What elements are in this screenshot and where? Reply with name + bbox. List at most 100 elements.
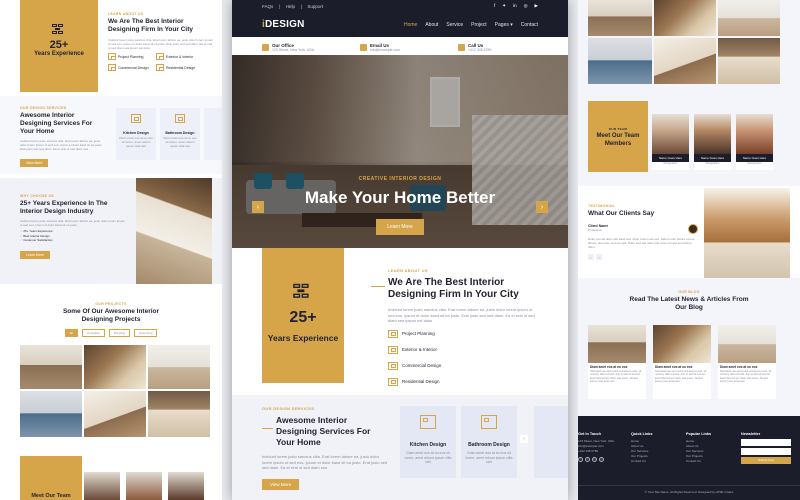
linkedin-icon[interactable]: in <box>592 457 597 462</box>
nav-contact[interactable]: Contact <box>521 22 538 28</box>
left-service-card-body: Diam amet eos at no eos sit lorem, amet … <box>163 136 197 148</box>
twitter-icon[interactable]: ✦ <box>502 3 506 9</box>
team-member-card[interactable]: Name Goes Here Designation <box>736 114 773 170</box>
help-link[interactable]: Help <box>286 4 295 9</box>
footer-phone[interactable]: +012 345 6789 <box>578 449 626 454</box>
nav-service[interactable]: Service <box>446 22 463 28</box>
services-title: Awesome Interior Designing Services For … <box>276 415 371 447</box>
footer-link[interactable]: Contact Us <box>631 459 653 464</box>
team-photo <box>126 472 162 500</box>
kitchen-icon <box>420 415 436 429</box>
project-photo[interactable] <box>148 345 210 389</box>
project-photo[interactable] <box>588 0 652 36</box>
blog-card[interactable]: Diam amet eos at no eos Sed kasd sea sed… <box>588 325 646 399</box>
team-member-card[interactable]: Name Goes Here Designation <box>694 114 731 170</box>
client-avatar <box>688 224 698 234</box>
instagram-icon[interactable]: ◎ <box>599 457 604 462</box>
project-photo[interactable] <box>84 391 146 437</box>
project-photo[interactable] <box>718 38 780 84</box>
testimonial-next-icon[interactable]: › <box>596 254 602 260</box>
testimonial-prev-icon[interactable]: ‹ <box>588 254 594 260</box>
filter-upcoming[interactable]: Upcoming <box>133 329 158 337</box>
project-photo[interactable] <box>148 391 210 437</box>
left-learn-more-button[interactable]: Learn More <box>20 250 50 259</box>
support-link[interactable]: Support <box>307 4 323 9</box>
service-card-kitchen[interactable]: Kitchen Design Diam amet eos at no eos s… <box>400 406 456 478</box>
exterior-icon <box>388 345 398 354</box>
member-role: Designation <box>663 162 678 165</box>
right-preview-column: OUR TEAM Meet Our Team Members Name Goes… <box>578 0 800 500</box>
services-kicker: OUR DESIGN SERVICES <box>262 406 315 411</box>
facebook-icon[interactable]: f <box>578 457 583 462</box>
newsletter-name-input[interactable] <box>741 439 791 446</box>
service-card-body: Diam amet eos at no eos sit lorem, amet … <box>465 451 513 464</box>
footer-copyright: © Your Site Name. All Rights Reserved. D… <box>578 485 800 494</box>
view-more-button[interactable]: View More <box>262 478 300 490</box>
newsletter-submit-button[interactable]: Submit Now <box>741 457 791 464</box>
footer-touch-title: Get In Touch <box>578 432 601 436</box>
blog-card[interactable]: Diam amet eos at no eos Sed kasd sea sed… <box>718 325 776 399</box>
blog-card[interactable]: Diam amet eos at no eos Sed kasd sea sed… <box>653 325 711 399</box>
client-role: Profession <box>588 228 603 233</box>
left-years-number: 25+ <box>49 39 69 51</box>
instagram-icon[interactable]: ◎ <box>524 3 528 9</box>
footer-quick-col: Quick Links Home About Us Our Services O… <box>631 432 653 464</box>
nav-home[interactable]: Home <box>404 22 417 28</box>
project-photo[interactable] <box>654 0 716 36</box>
left-view-more-button[interactable]: View More <box>20 159 49 167</box>
project-photo[interactable] <box>588 38 652 84</box>
feature-item: Exterior & Interior <box>388 345 460 354</box>
left-services-kicker: OUR DESIGN SERVICES <box>20 106 67 110</box>
left-team-gold: Meet Our Team <box>20 456 82 500</box>
filter-complete[interactable]: Complete <box>81 329 105 337</box>
project-photo[interactable] <box>20 345 82 389</box>
call-value[interactable]: +012 345 6789 <box>468 48 491 52</box>
left-service-card-body: Diam amet eos at no eos sit lorem, amet … <box>119 136 153 148</box>
left-service-card[interactable]: Kitchen Design Diam amet eos at no eos s… <box>116 108 156 160</box>
call-info: Call Us +012 345 6789 <box>458 43 538 52</box>
left-about-body: Invidunt lorem justo sanctus clita. Erat… <box>108 38 213 50</box>
newsletter-email-input[interactable] <box>741 448 791 455</box>
left-service-card[interactable]: Bathroom Design Diam amet eos at no eos … <box>160 108 200 160</box>
project-photo[interactable] <box>654 38 716 84</box>
carousel-prev-icon[interactable]: ‹ <box>252 201 264 213</box>
years-experience-block: 25+ Years Experience <box>262 248 344 383</box>
team-member-card[interactable]: Name Goes Here Designation <box>652 114 689 170</box>
feature-item: Project Planning <box>388 329 460 338</box>
project-photo[interactable] <box>84 345 146 389</box>
residential-icon <box>388 377 398 386</box>
twitter-icon[interactable]: ✦ <box>585 457 590 462</box>
blog-post-body: Sed kasd sea sed at elitr sed ipsum just… <box>590 370 642 384</box>
commercial-icon <box>108 64 116 71</box>
footer-popular-col: Popular Links Home About Us Our Services… <box>686 432 711 464</box>
title-accent-bar <box>262 428 273 429</box>
footer-popular-title: Popular Links <box>686 432 712 436</box>
site-logo[interactable]: iDESIGN <box>262 19 305 30</box>
linkedin-icon[interactable]: in <box>513 3 517 9</box>
about-title: We Are The Best Interior Designing Firm … <box>388 277 519 300</box>
filter-running[interactable]: Running <box>108 329 130 337</box>
hero-learn-more-button[interactable]: Learn More <box>376 219 424 235</box>
email-value[interactable]: info@example.com <box>370 48 400 52</box>
faqs-link[interactable]: FAQs <box>262 4 273 9</box>
project-photo[interactable] <box>718 0 780 36</box>
filter-all[interactable]: All <box>64 329 78 337</box>
service-card-bathroom[interactable]: Bathroom Design Diam amet eos at no eos … <box>461 406 517 478</box>
facebook-icon[interactable]: f <box>494 3 495 9</box>
nav-pages[interactable]: Pages ▾ <box>495 22 513 28</box>
youtube-icon[interactable]: ▶ <box>535 3 538 9</box>
hero-carousel: CREATIVE INTERIOR DESIGN Make Your Home … <box>232 55 568 248</box>
footer: Get In Touch 123 Street, New York, USA i… <box>578 416 800 500</box>
carousel-next-icon[interactable]: › <box>536 201 548 213</box>
nav-about[interactable]: About <box>425 22 438 28</box>
services-next-icon[interactable]: › <box>520 435 528 443</box>
blog-photo <box>588 325 646 363</box>
nav-project[interactable]: Project <box>471 22 487 28</box>
left-team-title: Meet Our Team <box>31 493 71 499</box>
service-card-body: Diam amet eos at no eos sit lorem, amet … <box>404 451 452 464</box>
planning-icon <box>388 329 398 338</box>
blog-kicker: OUR BLOG <box>678 290 700 294</box>
footer-link[interactable]: Contact Us <box>686 459 711 464</box>
project-photo[interactable] <box>20 391 82 437</box>
kitchen-icon <box>131 114 141 123</box>
